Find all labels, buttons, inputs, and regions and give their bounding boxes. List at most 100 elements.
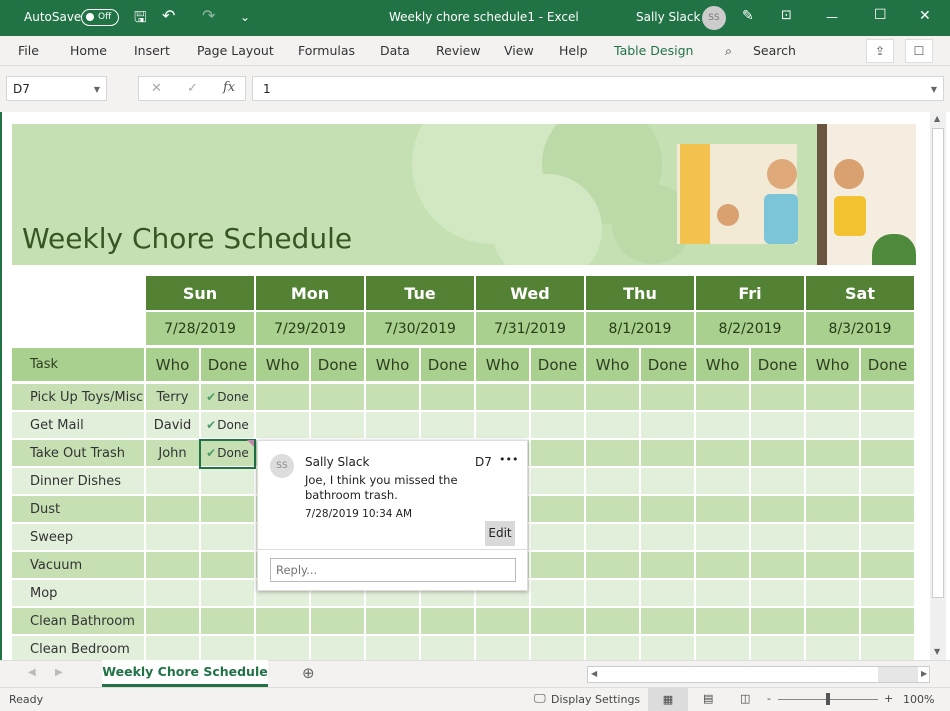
who-cell[interactable] <box>366 412 419 438</box>
who-cell[interactable] <box>146 636 199 660</box>
done-cell[interactable] <box>531 580 584 606</box>
redo-icon[interactable]: ↷ <box>202 6 215 25</box>
done-cell[interactable] <box>201 468 254 494</box>
done-cell[interactable]: ✔ Done <box>201 384 254 410</box>
sheet-tab-weekly-chore-schedule[interactable]: Weekly Chore Schedule <box>102 660 268 687</box>
autosave-toggle[interactable]: Off <box>81 9 119 26</box>
who-cell[interactable] <box>696 496 749 522</box>
who-cell[interactable] <box>586 412 639 438</box>
who-cell[interactable] <box>696 384 749 410</box>
done-cell[interactable] <box>751 412 804 438</box>
who-cell[interactable] <box>146 496 199 522</box>
who-header[interactable]: Who <box>696 348 749 381</box>
who-header[interactable]: Who <box>146 348 199 381</box>
who-cell[interactable] <box>806 440 859 466</box>
task-cell[interactable]: Get Mail <box>12 412 144 438</box>
who-cell[interactable] <box>586 636 639 660</box>
who-cell[interactable] <box>806 384 859 410</box>
tab-table-design[interactable]: Table Design <box>614 43 693 58</box>
avatar[interactable]: SS <box>702 6 726 30</box>
who-cell[interactable] <box>256 636 309 660</box>
done-cell[interactable] <box>201 496 254 522</box>
done-cell[interactable] <box>421 636 474 660</box>
who-cell[interactable] <box>806 552 859 578</box>
who-cell[interactable] <box>696 552 749 578</box>
who-header[interactable]: Who <box>586 348 639 381</box>
done-cell[interactable] <box>421 412 474 438</box>
done-cell[interactable] <box>531 440 584 466</box>
task-cell[interactable]: Pick Up Toys/Misc <box>12 384 144 410</box>
expand-icon[interactable]: ▼ <box>931 85 937 94</box>
done-cell[interactable] <box>421 384 474 410</box>
who-cell[interactable] <box>696 524 749 550</box>
done-cell[interactable] <box>531 468 584 494</box>
day-header[interactable]: Sat <box>806 276 914 310</box>
tab-formulas[interactable]: Formulas <box>298 43 355 58</box>
done-cell[interactable] <box>861 496 914 522</box>
done-cell[interactable] <box>751 552 804 578</box>
display-settings-button[interactable]: Display Settings <box>551 693 640 706</box>
day-header[interactable]: Mon <box>256 276 364 310</box>
who-cell[interactable] <box>586 552 639 578</box>
who-cell[interactable] <box>806 496 859 522</box>
done-cell[interactable] <box>531 384 584 410</box>
undo-icon[interactable]: ↶ <box>162 6 175 25</box>
done-cell[interactable] <box>201 580 254 606</box>
done-cell[interactable] <box>751 608 804 634</box>
who-cell[interactable] <box>696 580 749 606</box>
done-cell[interactable] <box>641 608 694 634</box>
done-cell[interactable] <box>531 412 584 438</box>
date-cell[interactable]: 7/28/2019 <box>146 312 254 345</box>
done-cell[interactable] <box>861 552 914 578</box>
zoom-slider-thumb[interactable] <box>826 693 830 705</box>
zoom-in-button[interactable]: + <box>884 692 893 705</box>
user-name[interactable]: Sally Slack <box>636 10 700 24</box>
task-header[interactable]: Task <box>12 348 144 381</box>
cancel-icon[interactable]: ✕ <box>151 81 162 96</box>
task-cell[interactable]: Take Out Trash <box>12 440 144 466</box>
done-cell[interactable] <box>531 636 584 660</box>
who-cell[interactable] <box>806 524 859 550</box>
who-cell[interactable]: David <box>146 412 199 438</box>
vertical-scrollbar[interactable]: ▲ ▼ <box>930 112 946 660</box>
save-icon[interactable]: 🖫 <box>134 7 147 32</box>
who-cell[interactable] <box>366 608 419 634</box>
close-icon[interactable]: ✕ <box>919 8 931 24</box>
zoom-out-button[interactable]: - <box>767 692 771 705</box>
done-cell[interactable] <box>531 552 584 578</box>
who-cell[interactable] <box>366 636 419 660</box>
done-cell[interactable] <box>531 496 584 522</box>
tab-insert[interactable]: Insert <box>134 43 170 58</box>
scroll-thumb[interactable] <box>932 128 944 598</box>
done-header[interactable]: Done <box>751 348 804 381</box>
done-cell[interactable] <box>311 636 364 660</box>
done-cell[interactable] <box>861 608 914 634</box>
who-cell[interactable] <box>696 440 749 466</box>
done-cell[interactable] <box>421 608 474 634</box>
date-cell[interactable]: 8/2/2019 <box>696 312 804 345</box>
tab-page-layout[interactable]: Page Layout <box>197 43 274 58</box>
pen-icon[interactable]: ✎ <box>742 8 754 24</box>
done-cell[interactable] <box>311 384 364 410</box>
customize-toolbar-icon[interactable]: ⌄ <box>240 10 250 24</box>
who-header[interactable]: Who <box>476 348 529 381</box>
who-cell[interactable] <box>146 468 199 494</box>
done-cell[interactable] <box>751 468 804 494</box>
done-cell[interactable] <box>641 412 694 438</box>
done-cell[interactable] <box>641 636 694 660</box>
day-header[interactable]: Thu <box>586 276 694 310</box>
done-cell[interactable] <box>201 608 254 634</box>
enter-icon[interactable]: ✓ <box>187 81 198 96</box>
next-sheet-icon[interactable]: ▶ <box>55 667 63 678</box>
done-cell[interactable] <box>531 608 584 634</box>
day-header[interactable]: Wed <box>476 276 584 310</box>
add-sheet-icon[interactable]: ⊕ <box>302 664 315 682</box>
who-cell[interactable] <box>146 524 199 550</box>
scroll-down-icon[interactable]: ▼ <box>934 647 940 656</box>
done-cell[interactable] <box>641 552 694 578</box>
done-cell[interactable] <box>201 524 254 550</box>
who-cell[interactable] <box>586 580 639 606</box>
who-cell[interactable] <box>366 384 419 410</box>
tab-help[interactable]: Help <box>559 43 588 58</box>
done-header[interactable]: Done <box>861 348 914 381</box>
